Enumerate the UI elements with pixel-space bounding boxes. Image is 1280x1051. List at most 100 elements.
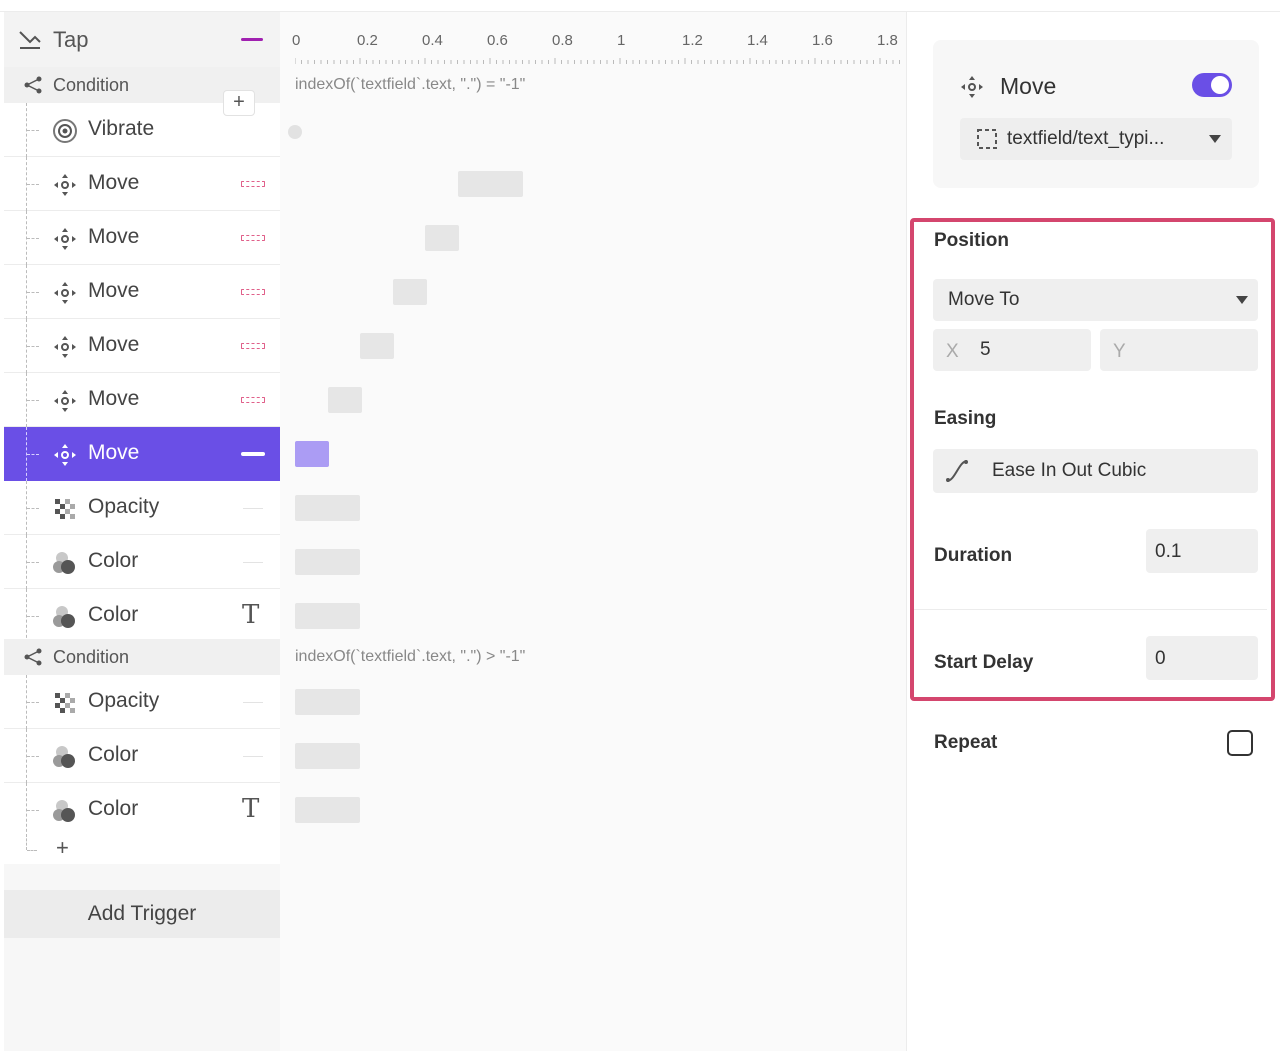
action-row-move[interactable]: Move [4,157,280,211]
add-action-button[interactable]: + [56,835,69,861]
text-target-icon: T [242,600,260,630]
trigger-label: Tap [53,27,89,52]
add-trigger-button[interactable]: Add Trigger [4,890,280,938]
target-layer-dropdown[interactable]: textfield/text_typi... [960,118,1232,160]
timeline-bar[interactable] [295,603,360,629]
x-input[interactable]: X 5 [933,329,1091,371]
timeline-bar[interactable] [295,743,360,769]
ruler-label: 1.6 [812,32,833,49]
timeline-bar[interactable] [295,797,360,823]
move-icon [52,280,78,306]
tree-line [26,834,27,850]
action-row-move[interactable]: Move [4,319,280,373]
action-timing-marker [241,343,265,349]
timeline-bar[interactable] [457,171,523,197]
tree-branch [27,346,39,347]
timeline-bar[interactable] [295,495,360,521]
vibrate-marker[interactable] [288,125,302,139]
ruler-label: 1.4 [747,32,768,49]
action-row-color[interactable]: Color [4,535,280,589]
ruler-label: 0.8 [552,32,573,49]
timeline-bar[interactable] [295,441,329,467]
action-enabled-toggle[interactable] [1192,73,1232,97]
action-timing-marker [243,756,263,757]
action-row-opacity[interactable]: Opacity [4,481,280,535]
action-label: Color [88,549,139,572]
trigger-collapse-icon[interactable] [241,38,263,41]
timeline-bar[interactable] [360,333,394,359]
action-header-card: Move textfield/text_typi... [933,40,1259,188]
repeat-label: Repeat [934,732,998,753]
y-input[interactable]: Y [1100,329,1258,371]
move-icon [52,442,78,468]
tree-branch [27,702,39,703]
easing-label: Easing [934,408,997,429]
color-icon [52,744,78,770]
action-timing-marker [243,508,263,509]
condition-icon [24,76,42,94]
ruler-label: 0.6 [487,32,508,49]
duration-input[interactable]: 0.1 [1146,529,1258,573]
start-delay-value: 0 [1155,648,1166,669]
action-row-opacity[interactable]: Opacity [4,675,280,729]
repeat-checkbox[interactable] [1227,730,1253,756]
ruler-ticks [295,58,900,64]
color-icon [52,604,78,630]
tree-branch [27,400,39,401]
ruler-label: 0.2 [357,32,378,49]
timeline-bar[interactable] [327,387,362,413]
condition-label: Condition [53,647,130,667]
condition-expression-1: indexOf(`textfield`.text, ".") = "-1" [295,76,526,93]
position-mode-dropdown[interactable]: Move To [933,279,1258,321]
action-timing-marker [241,235,265,241]
action-row-move[interactable]: Move [4,265,280,319]
timeline-panel[interactable]: 0 0.2 0.4 0.6 0.8 1 1.2 1.4 1.6 1.8 indexOf(`text… [280,12,907,1051]
add-action-row[interactable]: + [4,834,280,864]
action-list-panel: Tap Condition Vibrate Move Move Move Move Mov… [4,12,280,1051]
condition-label: Condition [53,75,130,95]
tree-branch [27,184,39,185]
move-icon [52,388,78,414]
ruler-label: 1 [617,32,626,49]
tree-branch [27,454,39,455]
action-row-color[interactable]: Color T [4,783,280,837]
vibrate-icon [52,118,78,144]
condition-row-2[interactable]: Condition [4,639,280,675]
action-label: Move [88,333,140,356]
action-row-color[interactable]: Color T [4,589,280,643]
ruler-label: 1.2 [682,32,703,49]
action-label: Opacity [88,689,160,712]
color-icon [52,550,78,576]
tree-branch [27,130,39,131]
timeline-bar[interactable] [425,225,459,251]
section-divider [914,609,1267,610]
ruler-label: 0.4 [422,32,443,49]
timeline-bar[interactable] [392,279,427,305]
text-target-icon: T [242,794,260,824]
action-label: Color [88,743,139,766]
move-icon [961,76,983,98]
action-row-move[interactable]: Move [4,211,280,265]
tree-branch [27,508,39,509]
action-row-move[interactable]: Move [4,427,280,481]
position-mode-value: Move To [948,289,1020,310]
toggle-knob [1211,76,1229,94]
timeline-bar[interactable] [295,549,360,575]
move-icon [52,172,78,198]
start-delay-input[interactable]: 0 [1146,636,1258,680]
trigger-row-tap[interactable]: Tap [4,12,280,67]
add-condition-button[interactable]: + [223,90,255,116]
action-label: Move [88,441,140,464]
timeline-bar[interactable] [295,689,360,715]
action-label: Opacity [88,495,160,518]
action-label: Move [88,225,140,248]
action-title: Move [1000,73,1057,99]
y-axis-label: Y [1113,341,1126,362]
action-timing-marker [243,562,263,563]
position-label: Position [934,230,1009,251]
easing-dropdown[interactable]: Ease In Out Cubic [933,449,1258,493]
tree-branch [27,850,37,851]
action-row-color[interactable]: Color [4,729,280,783]
action-row-move[interactable]: Move [4,373,280,427]
target-layer-value: textfield/text_typi... [1007,128,1165,149]
